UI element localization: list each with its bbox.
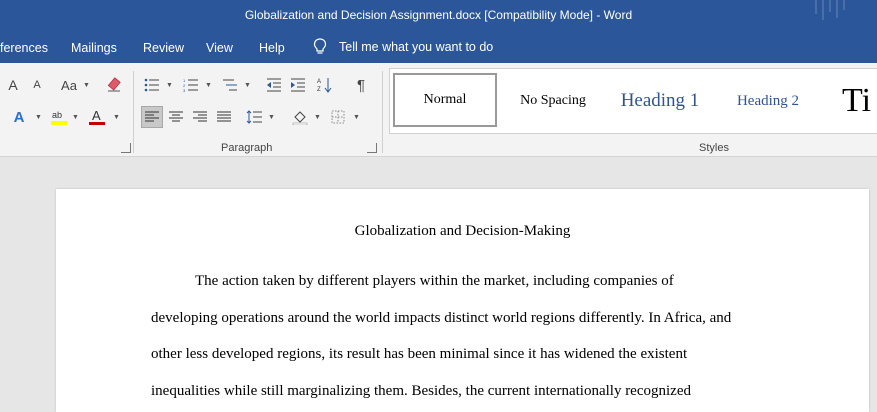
svg-text:A: A — [92, 108, 101, 123]
borders-button[interactable] — [327, 106, 349, 128]
decrease-indent-icon — [267, 78, 281, 92]
style-normal-label: Normal — [423, 92, 467, 107]
paragraph-line: developing operations around the world i… — [151, 310, 732, 326]
align-left-icon — [145, 111, 159, 122]
style-title[interactable]: Ti — [830, 69, 877, 133]
justify-button[interactable] — [213, 106, 235, 128]
sort-icon: AZ — [317, 78, 332, 93]
chevron-down-icon: ▼ — [113, 114, 120, 121]
decrease-indent-button[interactable] — [263, 74, 285, 96]
svg-text:Z: Z — [317, 87, 321, 93]
change-case-button[interactable]: Aa — [58, 74, 80, 96]
show-formatting-button[interactable]: ¶ — [350, 74, 372, 96]
align-left-button[interactable] — [141, 106, 163, 128]
chevron-down-icon: ▼ — [268, 114, 275, 121]
tab-references[interactable]: ferences — [0, 41, 48, 55]
style-heading-2[interactable]: Heading 2 — [722, 69, 814, 133]
chevron-down-icon: ▼ — [244, 82, 251, 89]
chevron-down-icon: ▼ — [314, 114, 321, 121]
tab-help[interactable]: Help — [259, 41, 285, 55]
eraser-icon — [107, 77, 121, 92]
chevron-down-icon: ▼ — [72, 114, 79, 121]
align-center-icon — [169, 111, 183, 122]
svg-text:3: 3 — [183, 88, 186, 92]
paint-bucket-icon — [292, 111, 308, 125]
bullets-button[interactable] — [141, 74, 163, 96]
font-color-button[interactable]: A — [86, 106, 108, 128]
text-effects-icon: A — [13, 108, 25, 126]
shrink-font-icon: A — [33, 79, 41, 91]
grow-font-button[interactable]: A — [2, 74, 24, 96]
text-effects-button[interactable]: A — [8, 106, 30, 128]
align-center-button[interactable] — [165, 106, 187, 128]
borders-icon — [331, 110, 345, 124]
svg-text:ab: ab — [52, 110, 62, 120]
style-heading-1-label: Heading 1 — [620, 90, 700, 111]
ribbon: A A Aa ▼ A ▼ ab ▼ A ▼ ▼ 1 2 3 ▼ ▼ A Z ¶ … — [0, 63, 877, 157]
numbered-list-icon: 1 2 3 — [183, 78, 198, 92]
paragraph-line: The action taken by different players wi… — [195, 273, 674, 289]
style-heading-1[interactable]: Heading 1 — [608, 69, 712, 133]
pilcrow-icon: ¶ — [356, 76, 366, 94]
bullet-list-icon — [144, 78, 159, 92]
document-page[interactable]: Globalization and Decision-Making The ac… — [56, 189, 869, 412]
change-case-icon: Aa — [61, 77, 77, 93]
style-no-spacing-label: No Spacing — [520, 93, 586, 108]
title-bar-decoration — [815, 0, 845, 20]
shrink-font-button[interactable]: A — [26, 74, 48, 96]
styles-gallery: Normal No Spacing Heading 1 Heading 2 Ti — [389, 68, 877, 134]
lightbulb-icon — [313, 38, 327, 54]
shading-button[interactable] — [289, 106, 311, 128]
style-heading-2-label: Heading 2 — [736, 92, 800, 109]
justify-icon — [217, 111, 231, 122]
paragraph-line: inequalities while still marginalizing t… — [151, 383, 691, 399]
increase-indent-icon — [291, 78, 305, 92]
increase-indent-button[interactable] — [287, 74, 309, 96]
paragraph-line: other less developed regions, its result… — [151, 346, 688, 362]
chevron-down-icon: ▼ — [353, 114, 360, 121]
style-normal[interactable]: Normal — [393, 73, 497, 127]
style-no-spacing[interactable]: No Spacing — [508, 69, 598, 133]
line-spacing-icon — [246, 110, 262, 124]
align-right-button[interactable] — [189, 106, 211, 128]
chevron-down-icon: ▼ — [83, 82, 90, 89]
group-separator — [133, 71, 134, 153]
svg-text:A: A — [317, 79, 321, 85]
multilevel-list-icon — [223, 79, 237, 91]
sort-button[interactable]: AZ — [314, 74, 336, 96]
chevron-down-icon: ▼ — [205, 82, 212, 89]
highlighter-icon: ab — [51, 110, 67, 125]
title-bar: Globalization and Decision Assignment.do… — [0, 0, 877, 33]
multilevel-list-button[interactable] — [219, 74, 241, 96]
line-spacing-button[interactable] — [243, 106, 265, 128]
window-title: Globalization and Decision Assignment.do… — [244, 8, 633, 22]
tab-view[interactable]: View — [206, 41, 233, 55]
numbering-button[interactable]: 1 2 3 — [180, 74, 202, 96]
paragraph-dialog-launcher[interactable] — [367, 143, 377, 153]
chevron-down-icon: ▼ — [166, 82, 173, 89]
chevron-down-icon: ▼ — [35, 114, 42, 121]
font-color-icon: A — [89, 108, 105, 125]
ribbon-tabs: ferences Mailings Review View Help Tell … — [0, 33, 877, 63]
tell-me-label: Tell me what you want to do — [339, 40, 494, 54]
group-separator — [382, 71, 383, 153]
tab-review[interactable]: Review — [143, 41, 184, 55]
font-dialog-launcher[interactable] — [121, 143, 131, 153]
document-title: Globalization and Decision-Making — [354, 223, 571, 239]
style-title-label: Ti — [842, 82, 872, 119]
clear-formatting-button[interactable] — [103, 74, 125, 96]
paragraph-group-label: Paragraph — [221, 142, 273, 154]
tell-me-search[interactable]: Tell me what you want to do — [313, 38, 493, 56]
styles-group-label: Styles — [699, 142, 729, 154]
grow-font-icon: A — [8, 77, 18, 93]
highlight-color-button[interactable]: ab — [48, 106, 70, 128]
tab-mailings[interactable]: Mailings — [71, 41, 117, 55]
align-right-icon — [193, 111, 207, 122]
